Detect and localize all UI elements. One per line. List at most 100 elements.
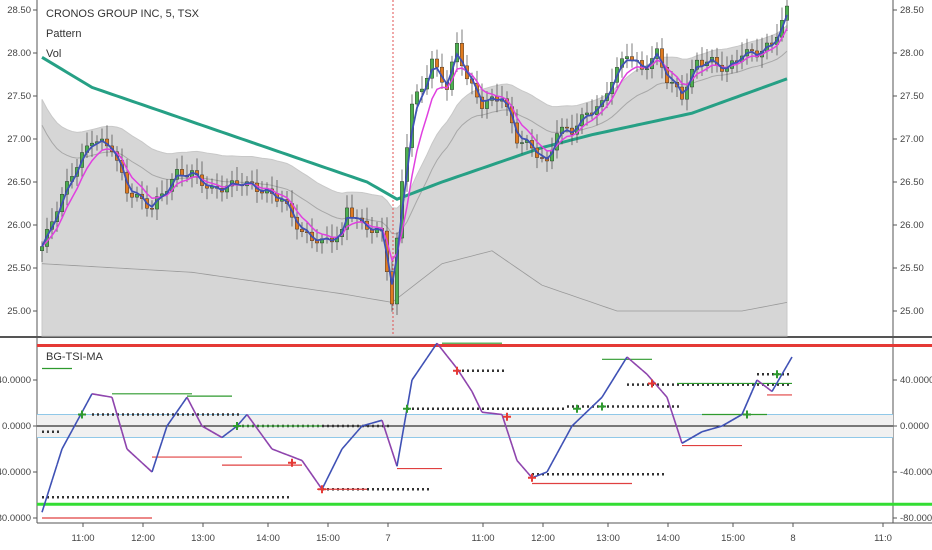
price-pane[interactable]: 28.50 28.50 28.00 28.00 27.50 27.50 27.00 27.00… [0, 0, 932, 523]
tsi-line-segment [46, 480, 53, 497]
tsi-pane[interactable]: 40.0000 40.0000 0.0000 0.0000 -40.0000 -40.00… [0, 342, 932, 524]
price-tick-label-left: 26.00 [7, 220, 31, 231]
tsi-line-segment [541, 471, 548, 475]
tsi-line-segment [296, 457, 303, 462]
tsi-line-segment [136, 457, 143, 464]
tsi-line-segment [491, 412, 498, 415]
time-tick-label: 13:00 [596, 533, 620, 544]
tsi-line-segment [616, 364, 623, 374]
candle [130, 192, 134, 198]
candle [585, 112, 589, 115]
tsi-line-segment [496, 413, 503, 416]
tsi-line-segment [111, 397, 118, 415]
time-tick-label: 14:00 [656, 533, 680, 544]
tsi-tick-label-left: -80.0000 [0, 513, 31, 524]
tsi-tick-label: -80.0000 [900, 513, 932, 524]
candle [625, 56, 629, 59]
tsi-line-segment [281, 452, 288, 456]
tsi-line-segment [601, 388, 608, 398]
time-axis[interactable]: 11:00 12:00 13:00 14:00 15:00 7 11:00 12:00 13:0… [37, 522, 932, 544]
tsi-line-segment [606, 380, 613, 390]
candle [300, 228, 304, 232]
candle [420, 88, 424, 93]
pattern-legend[interactable]: Pattern [46, 28, 81, 40]
tsi-line-segment [346, 436, 353, 444]
tsi-line-segment [596, 396, 603, 403]
tsi-line-segment [466, 383, 473, 392]
time-tick-label: 14:00 [256, 533, 280, 544]
price-tick-label-left: 28.00 [7, 48, 31, 59]
tsi-line-segment [51, 464, 58, 481]
candle [540, 157, 544, 159]
price-tick-label: 25.00 [900, 306, 924, 317]
tsi-line-segment [151, 456, 158, 473]
tsi-line-segment [666, 397, 673, 413]
price-tick-label-left: 26.50 [7, 177, 31, 188]
tsi-line-segment [291, 455, 298, 460]
tsi-line-segment [521, 465, 528, 473]
candle [520, 142, 524, 144]
price-tick-label-left: 27.00 [7, 134, 31, 145]
tsi-line-segment [306, 467, 313, 476]
price-tick-label: 26.50 [900, 177, 924, 188]
tsi-line-segment [551, 453, 558, 464]
sell-marker [648, 379, 656, 388]
price-tick-label-left: 27.50 [7, 91, 31, 102]
tsi-legend[interactable]: BG-TSI-MA [46, 351, 103, 363]
tsi-line-segment [471, 391, 478, 403]
tsi-line-segment [446, 355, 453, 363]
tsi-line-segment [126, 448, 133, 455]
tsi-line-segment [476, 401, 483, 413]
tsi-line-segment [146, 466, 153, 473]
tsi-line-segment [486, 411, 493, 415]
tsi-line-segment [141, 462, 148, 468]
tsi-line-segment [341, 442, 348, 450]
tsi-line-segment [186, 396, 193, 408]
price-tick-label: 28.00 [900, 48, 924, 59]
tsi-line-segment [181, 396, 188, 405]
tsi-line-segment [746, 391, 753, 404]
tsi-line-segment [631, 360, 638, 367]
tsi-line-segment [86, 393, 93, 404]
tsi-line-segment [56, 448, 63, 466]
time-tick-label: 11:00 [471, 533, 494, 544]
vol-legend[interactable]: Vol [46, 48, 61, 60]
tsi-line-segment [96, 393, 103, 397]
tsi-line-segment [766, 387, 773, 393]
candle [150, 208, 154, 210]
time-tick-label: 12:00 [131, 533, 155, 544]
tsi-line-segment [326, 468, 333, 480]
tsi-line-segment [311, 474, 318, 483]
price-tick-label-left: 25.00 [7, 306, 31, 317]
trading-chart[interactable]: 28.50 28.50 28.00 28.00 27.50 27.50 27.00 27.00… [0, 0, 932, 550]
tsi-line-segment [176, 403, 183, 413]
time-tick-label: 13:00 [191, 533, 215, 544]
tsi-line-segment [271, 448, 278, 452]
tsi-line-segment [681, 439, 688, 444]
symbol-title[interactable]: CRONOS GROUP INC, 5, TSX [46, 8, 200, 20]
tsi-line-segment [276, 450, 283, 454]
time-tick-label: 11:00 [71, 533, 94, 544]
candle [750, 49, 754, 52]
buy-marker [573, 404, 581, 413]
candle [565, 126, 569, 129]
price-tick-label-left: 28.50 [7, 5, 31, 16]
tsi-line-segment [396, 437, 403, 467]
tsi-line-segment [461, 375, 468, 385]
tsi-line-segment [131, 453, 138, 459]
candle [415, 91, 419, 105]
tsi-line-segment [516, 459, 523, 467]
tsi-line-segment [556, 444, 563, 454]
candle [40, 246, 44, 252]
tsi-line-segment [546, 462, 553, 473]
price-tick-label-left: 25.50 [7, 263, 31, 274]
price-tick-label: 26.00 [900, 220, 924, 231]
price-tick-label: 27.00 [900, 134, 924, 145]
tsi-line-segment [91, 393, 98, 396]
tsi-line-segment [391, 450, 398, 467]
candle [670, 82, 674, 84]
candle [180, 169, 184, 176]
tsi-line-segment [101, 394, 108, 398]
time-tick-label: 12:00 [531, 533, 555, 544]
tsi-line-segment [331, 458, 338, 470]
